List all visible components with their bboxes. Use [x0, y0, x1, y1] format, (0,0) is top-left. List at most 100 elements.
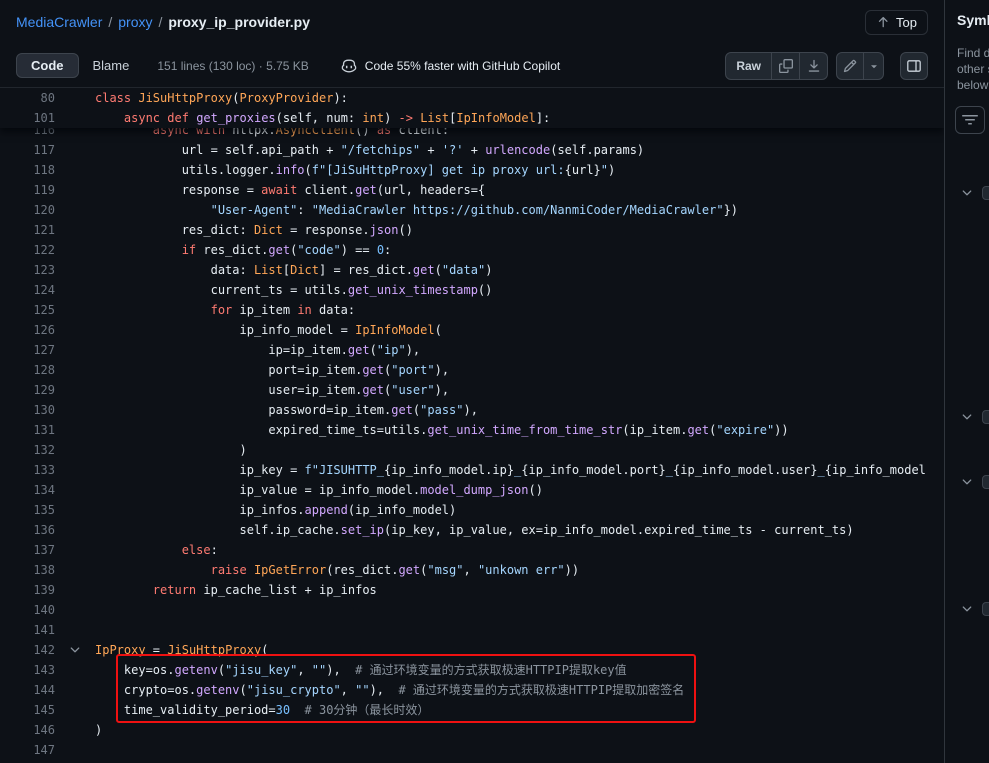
code-text: url = self.api_path + "/fetchips" + '?' … — [95, 140, 644, 160]
line-number[interactable]: 141 — [0, 620, 55, 640]
breadcrumb-dir-link[interactable]: proxy — [118, 14, 152, 30]
fold-gutter — [55, 340, 95, 360]
line-number[interactable]: 139 — [0, 580, 55, 600]
line-number[interactable]: 129 — [0, 380, 55, 400]
back-to-top-button[interactable]: Top — [865, 10, 928, 35]
edit-actions-group — [836, 52, 884, 80]
code-line: 138 raise IpGetError(res_dict.get("msg",… — [0, 560, 944, 580]
line-number[interactable]: 126 — [0, 320, 55, 340]
line-number[interactable]: 117 — [0, 140, 55, 160]
symbol-tree-item[interactable] — [960, 186, 989, 200]
fold-gutter — [55, 300, 95, 320]
edit-button[interactable] — [836, 52, 864, 80]
code-line: 122 if res_dict.get("code") == 0: — [0, 240, 944, 260]
line-number[interactable]: 142 — [0, 640, 55, 660]
fold-gutter — [55, 260, 95, 280]
symbols-panel-toggle-button[interactable] — [900, 52, 928, 80]
code-line: 132 ) — [0, 440, 944, 460]
raw-actions-group: Raw — [725, 52, 828, 80]
code-text: async def get_proxies(self, num: int) ->… — [95, 108, 550, 128]
code-line: 128 port=ip_item.get("port"), — [0, 360, 944, 380]
line-number[interactable]: 137 — [0, 540, 55, 560]
code-view: 116 async with httpx.AsyncClient() as cl… — [0, 88, 944, 763]
line-number[interactable]: 124 — [0, 280, 55, 300]
line-number[interactable]: 146 — [0, 720, 55, 740]
code-line: 123 data: List[Dict] = res_dict.get("dat… — [0, 260, 944, 280]
line-number[interactable]: 123 — [0, 260, 55, 280]
toolbar-actions: Raw — [725, 52, 928, 80]
fold-gutter — [55, 460, 95, 480]
line-number[interactable]: 130 — [0, 400, 55, 420]
fold-gutter — [55, 680, 95, 700]
breadcrumb-repo-link[interactable]: MediaCrawler — [16, 14, 102, 30]
tab-code[interactable]: Code — [16, 53, 79, 78]
line-number[interactable]: 133 — [0, 460, 55, 480]
code-text: data: List[Dict] = res_dict.get("data") — [95, 260, 492, 280]
copilot-banner[interactable]: Code 55% faster with GitHub Copilot — [341, 58, 560, 74]
breadcrumb: MediaCrawler / proxy / proxy_ip_provider… — [0, 0, 944, 44]
edit-dropdown-button[interactable] — [864, 52, 884, 80]
line-number[interactable]: 144 — [0, 680, 55, 700]
download-raw-button[interactable] — [800, 52, 828, 80]
symbol-tree-item[interactable] — [960, 410, 989, 424]
chevron-down-icon — [960, 602, 974, 616]
fold-gutter — [55, 360, 95, 380]
line-number[interactable]: 122 — [0, 240, 55, 260]
fold-gutter — [55, 700, 95, 720]
line-number[interactable]: 143 — [0, 660, 55, 680]
line-number[interactable]: 80 — [0, 88, 55, 108]
file-view: MediaCrawler / proxy / proxy_ip_provider… — [0, 0, 944, 763]
line-number[interactable]: 125 — [0, 300, 55, 320]
raw-button[interactable]: Raw — [725, 52, 772, 80]
code-text: if res_dict.get("code") == 0: — [95, 240, 391, 260]
code-line: 125 for ip_item in data: — [0, 300, 944, 320]
chevron-down-icon — [960, 410, 974, 424]
arrow-up-icon — [876, 15, 890, 29]
line-number[interactable]: 118 — [0, 160, 55, 180]
line-number[interactable]: 138 — [0, 560, 55, 580]
symbol-kind-badge — [982, 602, 989, 616]
fold-gutter — [55, 220, 95, 240]
breadcrumb-file-name: proxy_ip_provider.py — [168, 14, 310, 30]
line-number[interactable]: 119 — [0, 180, 55, 200]
line-number[interactable]: 127 — [0, 340, 55, 360]
fold-gutter — [55, 540, 95, 560]
copy-raw-button[interactable] — [772, 52, 800, 80]
line-number[interactable]: 131 — [0, 420, 55, 440]
line-number[interactable]: 145 — [0, 700, 55, 720]
page: MediaCrawler / proxy / proxy_ip_provider… — [0, 0, 989, 763]
symbols-panel: Symbols Find definitions and references … — [944, 0, 989, 763]
code-line: 133 ip_key = f"JISUHTTP_{ip_info_model.i… — [0, 460, 944, 480]
line-number[interactable]: 140 — [0, 600, 55, 620]
code-text: "User-Agent": "MediaCrawler https://gith… — [95, 200, 738, 220]
line-number[interactable]: 132 — [0, 440, 55, 460]
code-line: 127 ip=ip_item.get("ip"), — [0, 340, 944, 360]
line-number[interactable]: 147 — [0, 740, 55, 760]
line-number[interactable]: 134 — [0, 480, 55, 500]
symbol-kind-badge — [982, 410, 989, 424]
line-number[interactable]: 128 — [0, 360, 55, 380]
sidebar-panel-icon — [906, 58, 922, 74]
code-text: else: — [95, 540, 218, 560]
line-number[interactable]: 101 — [0, 108, 55, 128]
line-number[interactable]: 136 — [0, 520, 55, 540]
code-text: crypto=os.getenv("jisu_crypto", ""), # 通… — [95, 680, 684, 700]
line-number[interactable]: 135 — [0, 500, 55, 520]
code-text: expired_time_ts=utils.get_unix_time_from… — [95, 420, 789, 440]
copilot-banner-text: Code 55% faster with GitHub Copilot — [365, 59, 560, 73]
fold-gutter — [55, 240, 95, 260]
fold-gutter — [55, 420, 95, 440]
line-number[interactable]: 121 — [0, 220, 55, 240]
code-line: 147 — [0, 740, 944, 760]
code-text: ) — [95, 720, 102, 740]
tab-blame[interactable]: Blame — [79, 53, 144, 78]
fold-gutter — [55, 640, 95, 660]
collapse-chevron-icon[interactable] — [68, 643, 82, 657]
code-text: password=ip_item.get("pass"), — [95, 400, 478, 420]
filter-symbols-button[interactable] — [955, 106, 985, 134]
code-line: 121 res_dict: Dict = response.json() — [0, 220, 944, 240]
copy-icon — [779, 59, 793, 73]
symbol-tree-item[interactable] — [960, 602, 989, 616]
line-number[interactable]: 120 — [0, 200, 55, 220]
symbol-tree-item[interactable] — [960, 475, 989, 489]
